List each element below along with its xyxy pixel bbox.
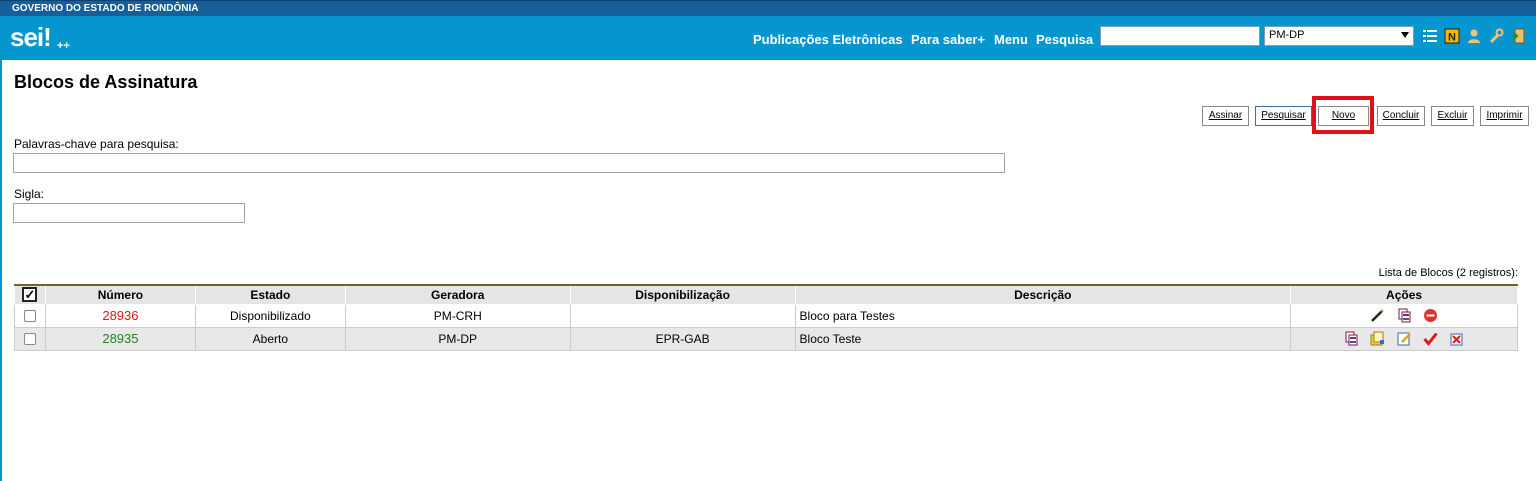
excluir-button[interactable]: Excluir xyxy=(1431,106,1474,126)
sigla-input[interactable] xyxy=(13,203,245,223)
assinar-button[interactable]: Assinar xyxy=(1202,106,1249,126)
row-actions xyxy=(1290,303,1518,328)
user-icon[interactable] xyxy=(1466,28,1482,44)
government-bar: GOVERNO DO ESTADO DE RONDÔNIA xyxy=(0,0,1536,16)
header-numero[interactable]: Número xyxy=(44,284,196,305)
quick-search-input[interactable] xyxy=(1100,26,1260,46)
unit-select[interactable]: PM-DP xyxy=(1264,26,1414,46)
notes-icon[interactable]: N xyxy=(1444,28,1460,44)
page-title: Blocos de Assinatura xyxy=(14,72,198,92)
table-row: 28936 Disponibilizado PM-CRH Bloco para … xyxy=(14,303,1518,328)
header-geradora[interactable]: Geradora xyxy=(344,284,571,305)
row-disponibilizacao xyxy=(569,303,796,328)
nav-menu[interactable]: Menu xyxy=(994,32,1028,47)
left-border xyxy=(0,60,2,481)
row-descricao: Bloco Teste xyxy=(794,326,1292,351)
concluir-button[interactable]: Concluir xyxy=(1377,106,1425,126)
nav-pesquisa[interactable]: Pesquisa xyxy=(1036,32,1093,47)
row-numero[interactable]: 28935 xyxy=(44,326,196,351)
pesquisar-button[interactable]: Pesquisar xyxy=(1255,106,1312,126)
select-all-checkbox[interactable]: ✓ xyxy=(22,287,38,303)
top-navigation-bar: sei! ++ Publicações Eletrônicas Para sab… xyxy=(0,16,1536,60)
documents-icon[interactable] xyxy=(1397,308,1412,323)
row-geradora: PM-DP xyxy=(344,326,571,351)
row-descricao: Bloco para Testes xyxy=(794,303,1292,328)
tools-icon[interactable] xyxy=(1488,28,1504,44)
chevron-down-icon xyxy=(1401,32,1409,38)
table-header-row: ✓ Número Estado Geradora Disponibilizaçã… xyxy=(14,284,1518,305)
row-disponibilizacao: EPR-GAB xyxy=(569,326,796,351)
nav-publicacoes-eletronicas[interactable]: Publicações Eletrônicas xyxy=(753,32,903,47)
keywords-label: Palavras-chave para pesquisa: xyxy=(14,137,179,151)
nav-para-saber[interactable]: Para saber+ xyxy=(911,32,985,47)
sei-logo[interactable]: sei! xyxy=(10,22,52,53)
imprimir-button[interactable]: Imprimir xyxy=(1480,106,1529,126)
row-estado: Disponibilizado xyxy=(194,303,346,328)
row-estado: Aberto xyxy=(194,326,346,351)
documents-icon[interactable] xyxy=(1344,331,1359,346)
highlight-box xyxy=(1312,96,1374,134)
row-actions xyxy=(1290,326,1518,351)
delete-icon[interactable] xyxy=(1449,331,1464,346)
edit-icon[interactable] xyxy=(1397,331,1412,346)
header-disponibilizacao[interactable]: Disponibilização xyxy=(569,284,796,305)
row-checkbox[interactable] xyxy=(23,310,36,323)
header-descricao[interactable]: Descrição xyxy=(794,284,1292,305)
sigla-label: Sigla: xyxy=(14,187,45,201)
folder-icon[interactable] xyxy=(1370,331,1385,346)
row-checkbox-cell xyxy=(14,326,46,351)
unit-select-value: PM-DP xyxy=(1269,29,1305,41)
sign-pen-icon[interactable] xyxy=(1370,308,1385,323)
table-row: 28935 Aberto PM-DP EPR-GAB Bloco Teste xyxy=(14,326,1518,351)
cancel-icon[interactable] xyxy=(1423,308,1438,323)
header-estado[interactable]: Estado xyxy=(194,284,346,305)
row-geradora: PM-CRH xyxy=(344,303,571,328)
exit-icon[interactable] xyxy=(1510,28,1526,44)
row-numero[interactable]: 28936 xyxy=(44,303,196,328)
row-checkbox-cell xyxy=(14,303,46,328)
table-caption: Lista de Blocos (2 registros): xyxy=(1378,267,1518,279)
select-all-header: ✓ xyxy=(14,284,46,305)
blocks-table: ✓ Número Estado Geradora Disponibilizaçã… xyxy=(14,284,1518,351)
list-icon[interactable] xyxy=(1422,28,1438,44)
keywords-input[interactable] xyxy=(13,153,1005,173)
row-checkbox[interactable] xyxy=(23,333,36,346)
header-acoes: Ações xyxy=(1290,284,1518,305)
sei-logo-suffix: ++ xyxy=(57,40,70,52)
check-icon[interactable] xyxy=(1423,331,1438,346)
svg-text:N: N xyxy=(1448,32,1456,44)
